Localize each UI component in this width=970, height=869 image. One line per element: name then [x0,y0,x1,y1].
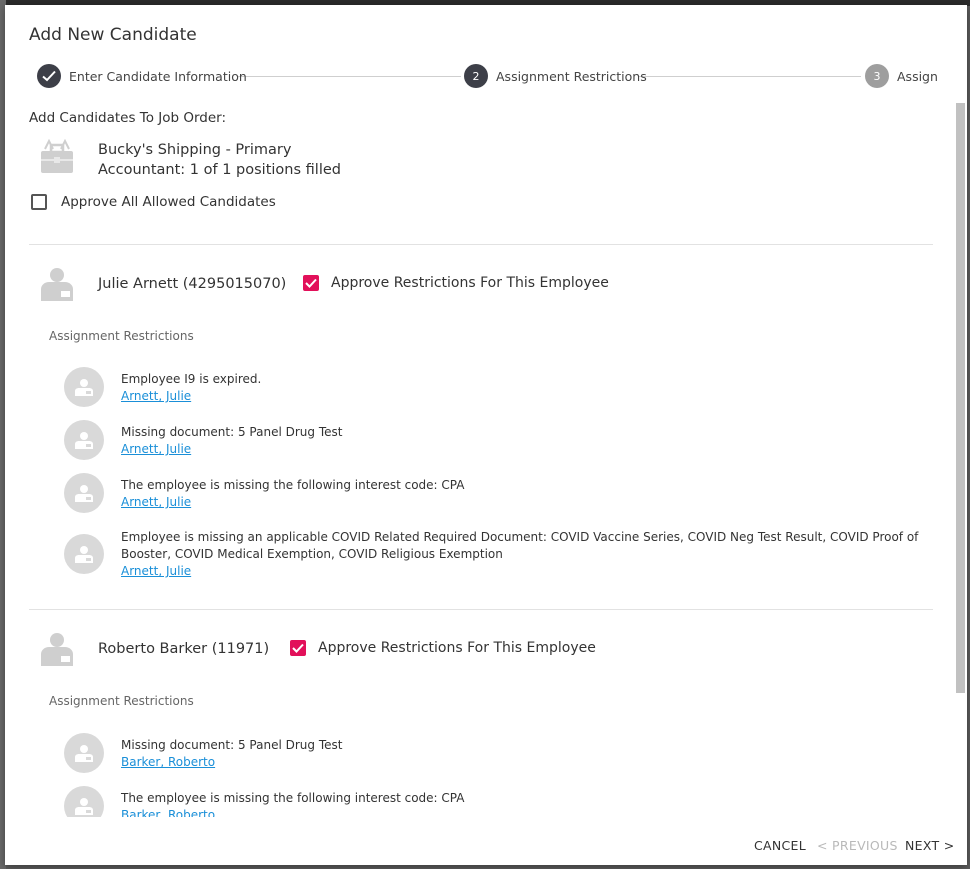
job-order-heading: Add Candidates To Job Order: [29,110,227,126]
dialog-footer: CANCEL < PREVIOUS NEXT > [5,817,967,865]
step-assignment-restrictions[interactable]: 2 Assignment Restrictions [464,64,647,88]
approve-all-checkbox-row[interactable]: Approve All Allowed Candidates [31,194,276,210]
step-label: Assign [897,68,938,84]
person-badge-icon [39,267,75,303]
restriction-text: The employee is missing the following in… [121,791,465,805]
dialog-title: Add New Candidate [29,25,197,45]
add-candidate-dialog: Add New Candidate Enter Candidate Inform… [5,5,967,865]
person-badge-icon [64,534,104,574]
approve-employee-label: Approve Restrictions For This Employee [318,640,596,656]
restriction-text: Missing document: 5 Panel Drug Test [121,738,343,752]
employee-link[interactable]: Barker, Roberto [121,808,215,817]
restriction-text: The employee is missing the following in… [121,478,465,492]
employee-link[interactable]: Arnett, Julie [121,495,191,509]
divider [29,609,933,610]
job-title: Bucky's Shipping - Primary [98,142,292,158]
person-badge-icon [64,367,104,407]
employee-link[interactable]: Barker, Roberto [121,755,215,769]
step-assign[interactable]: 3 Assign [865,64,938,88]
scrollbar-thumb[interactable] [956,103,965,693]
divider [29,244,933,245]
employee-link[interactable]: Arnett, Julie [121,442,191,456]
approve-employee-checkbox[interactable] [290,640,306,656]
restrictions-heading: Assignment Restrictions [49,694,194,708]
approve-employee-checkbox[interactable] [303,275,319,291]
restriction-text: Employee is missing an applicable COVID … [121,530,919,561]
approve-all-checkbox[interactable] [31,194,47,210]
person-badge-icon [64,733,104,773]
step-label: Assignment Restrictions [496,68,647,84]
employee-name: Julie Arnett (4295015070) [98,276,287,292]
step-number: 3 [865,64,889,88]
stepper-connector [237,76,461,77]
employee-link[interactable]: Arnett, Julie [121,564,191,578]
check-icon [37,64,61,88]
job-positions: Accountant: 1 of 1 positions filled [98,162,341,178]
previous-button[interactable]: < PREVIOUS [817,838,898,853]
step-number: 2 [464,64,488,88]
employee-name: Roberto Barker (11971) [98,641,270,657]
restrictions-heading: Assignment Restrictions [49,329,194,343]
person-badge-icon [39,632,75,668]
briefcase-icon [39,138,75,177]
cancel-button[interactable]: CANCEL [754,838,806,853]
step-label: Enter Candidate Information [69,68,247,84]
step-enter-candidate-information[interactable]: Enter Candidate Information [37,64,247,88]
person-badge-icon [64,786,104,817]
employee-link[interactable]: Arnett, Julie [121,389,191,403]
dialog-content-scroll[interactable]: Add Candidates To Job Order: Bucky's Shi… [5,101,967,817]
approve-employee-checkbox-row[interactable]: Approve Restrictions For This Employee [290,640,596,656]
restriction-text: Employee I9 is expired. [121,372,262,386]
approve-all-label: Approve All Allowed Candidates [61,194,276,210]
approve-employee-label: Approve Restrictions For This Employee [331,275,609,291]
stepper: Enter Candidate Information 2 Assignment… [37,64,938,88]
next-button[interactable]: NEXT > [905,838,954,853]
stepper-connector [639,76,861,77]
person-badge-icon [64,420,104,460]
restriction-text: Missing document: 5 Panel Drug Test [121,425,343,439]
approve-employee-checkbox-row[interactable]: Approve Restrictions For This Employee [303,275,609,291]
person-badge-icon [64,473,104,513]
